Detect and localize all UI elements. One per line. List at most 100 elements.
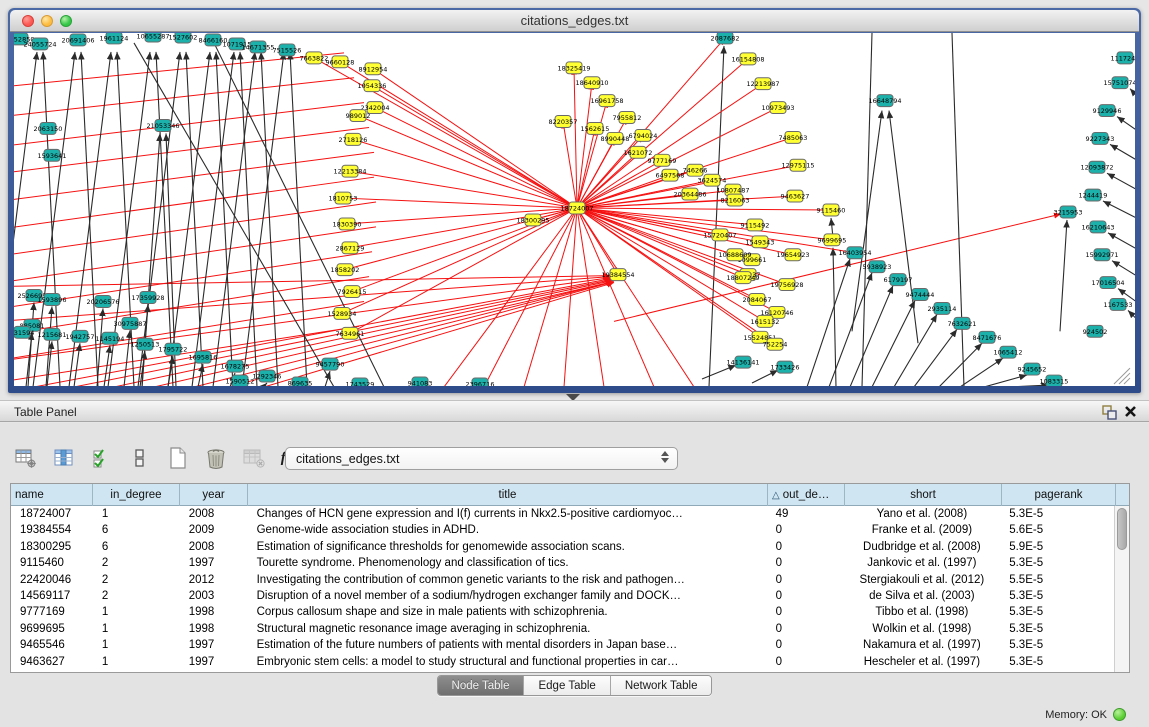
graph-node[interactable]: 15751074: [1103, 77, 1135, 89]
graph-node[interactable]: 1590512: [226, 375, 255, 386]
table-cell[interactable]: 0: [767, 522, 844, 538]
graph-node[interactable]: 989012: [346, 110, 371, 122]
graph-node[interactable]: 8220357: [549, 116, 578, 128]
graph-node[interactable]: 1244419: [1079, 189, 1108, 201]
graph-node[interactable]: 1562615: [581, 122, 610, 134]
table-cell[interactable]: Stergiakouli et al. (2012): [844, 572, 1001, 588]
table-cell[interactable]: 1: [93, 654, 180, 670]
table-row[interactable]: 911546021997Tourette syndrome. Phenomeno…: [11, 555, 1114, 571]
column-header-short[interactable]: short: [845, 484, 1002, 506]
table-cell[interactable]: 14569117: [11, 588, 93, 604]
table-cell[interactable]: 6: [93, 539, 180, 555]
table-cell[interactable]: Nakamura et al. (1997): [844, 637, 1001, 653]
graph-node[interactable]: 924502: [1083, 325, 1108, 337]
table-cell[interactable]: Dudbridge et al. (2008): [844, 539, 1001, 555]
graph-node[interactable]: 19654923: [776, 249, 809, 261]
table-row[interactable]: 2242004622012Investigating the contribut…: [11, 572, 1114, 588]
graph-node[interactable]: 1528934: [328, 307, 357, 319]
graph-node[interactable]: 7955812: [613, 112, 642, 124]
graph-node[interactable]: 1292346: [253, 370, 282, 382]
table-cell[interactable]: 5.3E-5: [1000, 654, 1114, 670]
graph-node[interactable]: 8471676: [973, 331, 1002, 343]
table-cell[interactable]: 2: [93, 572, 180, 588]
graph-node[interactable]: 1942757: [66, 330, 95, 342]
graph-node[interactable]: 1695816: [189, 351, 218, 363]
table-cell[interactable]: Jankovic et al. (1997): [844, 555, 1001, 571]
graph-node[interactable]: 9115492: [741, 219, 770, 231]
checklist-icon[interactable]: [90, 446, 114, 470]
table-cell[interactable]: 6: [93, 522, 180, 538]
graph-node[interactable]: 19384554: [601, 269, 634, 281]
table-cell[interactable]: 0: [767, 588, 844, 604]
column-header-name[interactable]: name: [11, 484, 93, 506]
graph-node[interactable]: 6794024: [629, 129, 658, 141]
table-cell[interactable]: Changes of HCN gene expression and I(f) …: [248, 506, 767, 522]
table-cell[interactable]: 2012: [180, 572, 248, 588]
graph-node[interactable]: 2718126: [339, 133, 368, 145]
table-cell[interactable]: 5.3E-5: [1000, 604, 1114, 620]
table-cell[interactable]: 9699695: [11, 621, 93, 637]
graph-node[interactable]: 2084067: [743, 294, 772, 306]
graph-node[interactable]: 12093872: [1080, 161, 1113, 173]
table-cell[interactable]: 0: [767, 604, 844, 620]
import-table-icon[interactable]: [242, 446, 266, 470]
table-cell[interactable]: 9465546: [11, 637, 93, 653]
graph-node[interactable]: 1615132: [751, 315, 780, 327]
graph-node[interactable]: 1054336: [358, 80, 387, 92]
column-header-title[interactable]: title: [248, 484, 768, 506]
graph-node[interactable]: 7663822: [300, 52, 329, 64]
graph-node[interactable]: 16154808: [731, 53, 764, 65]
trash-icon[interactable]: [204, 446, 228, 470]
close-panel-icon[interactable]: [1123, 404, 1139, 420]
graph-node[interactable]: 15992971: [1085, 249, 1118, 261]
graph-node[interactable]: 7634961: [336, 327, 365, 339]
graph-node[interactable]: 1743529: [346, 378, 375, 386]
graph-node[interactable]: 9115460: [817, 204, 846, 216]
table-cell[interactable]: 1: [93, 621, 180, 637]
table-cell[interactable]: 18724007: [11, 506, 93, 522]
table-cell[interactable]: 22420046: [11, 572, 93, 588]
table-cell[interactable]: Disruption of a novel member of a sodium…: [248, 588, 767, 604]
window-titlebar[interactable]: citations_edges.txt: [10, 10, 1139, 32]
graph-node[interactable]: 18807249: [726, 272, 759, 284]
table-cell[interactable]: 19384554: [11, 522, 93, 538]
table-cell[interactable]: 2008: [180, 539, 248, 555]
graph-node[interactable]: 7515526: [273, 44, 302, 56]
graph-node[interactable]: 18325419: [557, 62, 590, 74]
graph-node[interactable]: 20691406: [61, 34, 94, 46]
table-options-icon[interactable]: [14, 446, 38, 470]
graph-node[interactable]: 9699695: [818, 234, 847, 246]
graph-node[interactable]: 16648794: [868, 95, 901, 107]
table-cell[interactable]: 5.6E-5: [1000, 522, 1114, 538]
table-cell[interactable]: 5.3E-5: [1000, 555, 1114, 571]
column-visibility-icon[interactable]: [52, 446, 76, 470]
graph-node[interactable]: 1215681: [38, 328, 67, 340]
table-row[interactable]: 1872400712008Changes of HCN gene express…: [11, 506, 1114, 522]
graph-node[interactable]: 2063150: [34, 122, 63, 134]
graph-node[interactable]: 1810753: [329, 192, 358, 204]
graph-node[interactable]: 1167533: [1104, 298, 1133, 310]
graph-node[interactable]: 7632621: [948, 317, 977, 329]
graph-node[interactable]: 9474444: [906, 289, 935, 301]
table-cell[interactable]: Corpus callosum shape and size in male p…: [248, 604, 767, 620]
graph-node[interactable]: 12213384: [333, 165, 366, 177]
table-cell[interactable]: 0: [767, 539, 844, 555]
tab-network-table[interactable]: Network Table: [611, 676, 712, 695]
table-cell[interactable]: 5.5E-5: [1000, 572, 1114, 588]
graph-node[interactable]: 20206576: [86, 296, 119, 308]
table-selector-dropdown[interactable]: citations_edges.txt: [285, 447, 678, 470]
graph-node[interactable]: 2935114: [928, 302, 957, 314]
graph-node[interactable]: 9245652: [1018, 363, 1047, 375]
graph-node[interactable]: 19756928: [770, 279, 803, 291]
table-cell[interactable]: 0: [767, 555, 844, 571]
graph-node[interactable]: 6497568: [656, 169, 685, 181]
column-header-out_de[interactable]: △out_de…: [768, 484, 845, 506]
graph-node[interactable]: 941083: [408, 377, 433, 386]
graph-node[interactable]: 12213987: [746, 78, 779, 90]
graph-node[interactable]: 752254: [763, 338, 788, 350]
graph-node[interactable]: 9227343: [1086, 132, 1115, 144]
scrollbar-thumb[interactable]: [1117, 508, 1127, 550]
graph-node[interactable]: 1250513: [131, 338, 160, 350]
graph-node[interactable]: 9463627: [781, 190, 810, 202]
graph-node[interactable]: 18300295: [516, 214, 549, 226]
